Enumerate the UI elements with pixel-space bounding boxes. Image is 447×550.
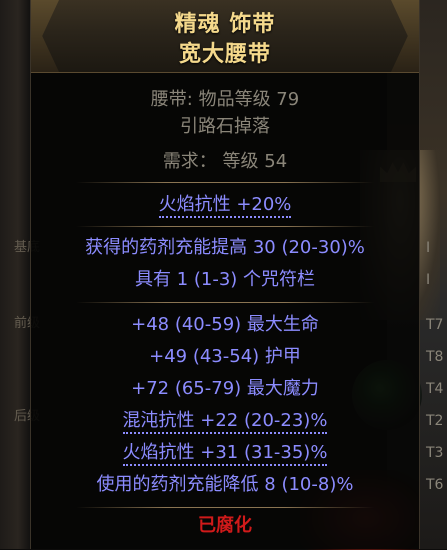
item-class-level: 腰带: 物品等级 79 [150,89,300,110]
tier-marker: T2 [426,413,444,429]
separator [76,182,374,183]
requirement: 需求： 等级 54 [162,151,288,172]
tier-marker: I [426,240,431,256]
drop-source: 引路石掉落 [180,116,270,137]
tier-marker: T3 [426,445,444,461]
tier-marker: T8 [426,349,444,365]
suffix-mod-3: 使用的药剂充能降低 8 (10-8)% [96,474,354,495]
tier-marker: I [426,272,431,288]
prefix-mod-3: +72 (65-79) 最大魔力 [131,378,319,399]
enchant-mod-1: 获得的药剂充能提高 30 (20-30)% [85,237,365,258]
implicit-mod: 火焰抗性 +20% [31,193,419,218]
suffix-mod-2: 火焰抗性 +31 (31-35)% [31,441,419,466]
tier-marker: T7 [426,317,444,333]
separator [76,302,374,303]
enchant-mod-2: 具有 1 (1-3) 个咒符栏 [134,269,316,290]
tier-marker: T4 [426,381,444,397]
tier-marker: T6 [426,477,444,493]
item-tooltip: 精魂 饰带 宽大腰带 腰带: 物品等级 79 引路石掉落 需求： 等级 54 火… [30,0,420,549]
item-header: 精魂 饰带 宽大腰带 [31,0,419,73]
separator [76,507,374,508]
prefix-mod-2: +49 (43-54) 护甲 [149,346,301,367]
prefix-mod-1: +48 (40-59) 最大生命 [131,314,319,335]
separator [76,226,374,227]
item-name: 精魂 饰带 [174,12,276,37]
corrupted-label: 已腐化 [198,515,252,536]
item-base-type: 宽大腰带 [178,42,271,67]
suffix-mod-1: 混沌抗性 +22 (20-23)% [31,409,419,434]
